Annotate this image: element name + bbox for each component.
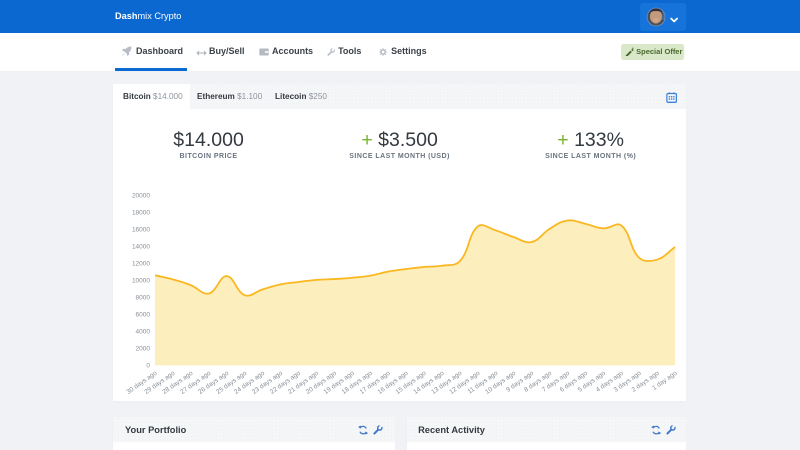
svg-text:8000: 8000 (136, 295, 151, 302)
svg-text:10000: 10000 (132, 278, 150, 285)
svg-text:12000: 12000 (132, 261, 150, 268)
svg-text:16000: 16000 (132, 227, 150, 234)
svg-text:6000: 6000 (136, 312, 151, 319)
svg-text:18000: 18000 (132, 210, 150, 217)
svg-text:14000: 14000 (132, 244, 150, 251)
svg-text:4000: 4000 (136, 329, 151, 336)
svg-text:0: 0 (146, 363, 150, 370)
svg-text:20000: 20000 (132, 193, 150, 200)
svg-text:2000: 2000 (136, 346, 151, 353)
